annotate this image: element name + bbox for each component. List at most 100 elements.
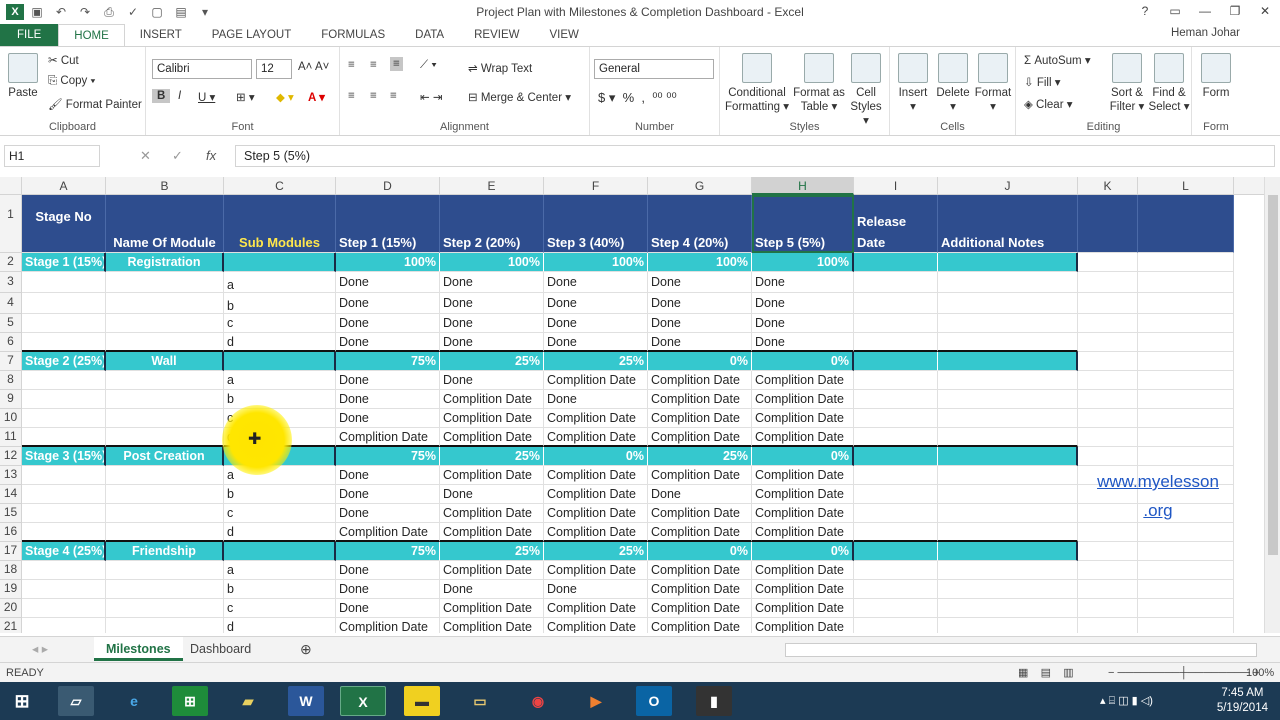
cell-i7[interactable] <box>854 352 938 371</box>
cell-i9[interactable] <box>854 390 938 409</box>
cell-g3[interactable]: Done <box>648 272 752 293</box>
row-header-17[interactable]: 17 <box>0 542 22 561</box>
cell-g14[interactable]: Done <box>648 485 752 504</box>
cell-g6[interactable]: Done <box>648 333 752 352</box>
cell-a17[interactable]: Stage 4 (25%) <box>22 542 106 561</box>
cell-f13[interactable]: Complition Date <box>544 466 648 485</box>
cell-f6[interactable]: Done <box>544 333 648 352</box>
cell-f1[interactable]: Step 3 (40%) <box>544 195 648 253</box>
cell-i1[interactable]: Release Date <box>854 195 938 253</box>
cell-a18[interactable] <box>22 561 106 580</box>
cell-k1[interactable] <box>1078 195 1138 253</box>
column-header-a[interactable]: A <box>22 177 106 195</box>
cell-l10[interactable] <box>1138 409 1234 428</box>
cell-d13[interactable]: Done <box>336 466 440 485</box>
cell-k11[interactable] <box>1078 428 1138 447</box>
cell-e1[interactable]: Step 2 (20%) <box>440 195 544 253</box>
cell-d6[interactable]: Done <box>336 333 440 352</box>
cell-h6[interactable]: Done <box>752 333 854 352</box>
number-format-select[interactable]: General <box>594 59 714 79</box>
cell-a13[interactable] <box>22 466 106 485</box>
cell-a19[interactable] <box>22 580 106 599</box>
row-header-9[interactable]: 9 <box>0 390 22 409</box>
align-center-icon[interactable]: ≡ <box>370 90 377 102</box>
cell-f3[interactable]: Done <box>544 272 648 293</box>
cell-d1[interactable]: Step 1 (15%) <box>336 195 440 253</box>
cell-h15[interactable]: Complition Date <box>752 504 854 523</box>
sheet-tab-milestones[interactable]: Milestones <box>94 637 183 661</box>
cell-e2[interactable]: 100% <box>440 253 544 272</box>
cell-g20[interactable]: Complition Date <box>648 599 752 618</box>
border-icon[interactable]: ⊞ ▾ <box>236 90 255 104</box>
cell-k18[interactable] <box>1078 561 1138 580</box>
cell-f10[interactable]: Complition Date <box>544 409 648 428</box>
cell-l16[interactable] <box>1138 523 1234 542</box>
cell-k7[interactable] <box>1078 352 1138 371</box>
cell-c7[interactable] <box>224 352 336 371</box>
column-header-g[interactable]: G <box>648 177 752 195</box>
cell-l4[interactable] <box>1138 293 1234 314</box>
cell-e21[interactable]: Complition Date <box>440 618 544 633</box>
cell-l21[interactable] <box>1138 618 1234 633</box>
row-header-12[interactable]: 12 <box>0 447 22 466</box>
cell-c18[interactable]: a <box>224 561 336 580</box>
outlook-icon[interactable]: O <box>636 686 672 716</box>
cell-k5[interactable] <box>1078 314 1138 333</box>
cell-d8[interactable]: Done <box>336 371 440 390</box>
form-button[interactable]: Form <box>1198 53 1234 100</box>
cell-j10[interactable] <box>938 409 1078 428</box>
cell-g16[interactable]: Complition Date <box>648 523 752 542</box>
cell-e20[interactable]: Complition Date <box>440 599 544 618</box>
cell-h18[interactable]: Complition Date <box>752 561 854 580</box>
windows-start-icon[interactable]: ⊞ <box>4 686 40 716</box>
cell-k12[interactable] <box>1078 447 1138 466</box>
cell-i14[interactable] <box>854 485 938 504</box>
close-icon[interactable]: ✕ <box>1250 0 1280 22</box>
cell-h5[interactable]: Done <box>752 314 854 333</box>
cell-j17[interactable] <box>938 542 1078 561</box>
cell-k9[interactable] <box>1078 390 1138 409</box>
cell-l12[interactable] <box>1138 447 1234 466</box>
row-header-8[interactable]: 8 <box>0 371 22 390</box>
cell-d7[interactable]: 75% <box>336 352 440 371</box>
cell-i18[interactable] <box>854 561 938 580</box>
cell-d4[interactable]: Done <box>336 293 440 314</box>
indent-icons[interactable]: ⇤ ⇥ <box>420 90 442 104</box>
cell-c1[interactable]: Sub Modules <box>224 195 336 253</box>
row-header-3[interactable]: 3 <box>0 272 22 293</box>
cell-k8[interactable] <box>1078 371 1138 390</box>
cell-f17[interactable]: 25% <box>544 542 648 561</box>
cell-d15[interactable]: Done <box>336 504 440 523</box>
cell-i4[interactable] <box>854 293 938 314</box>
cell-j1[interactable]: Additional Notes <box>938 195 1078 253</box>
cell-f5[interactable]: Done <box>544 314 648 333</box>
top-align-icon[interactable]: ≡ <box>348 59 355 71</box>
cell-k6[interactable] <box>1078 333 1138 352</box>
recorder-icon[interactable]: ▮ <box>696 686 732 716</box>
cell-b20[interactable] <box>106 599 224 618</box>
vertical-scroll-thumb[interactable] <box>1268 195 1278 555</box>
tab-home[interactable]: HOME <box>58 24 125 46</box>
cell-e13[interactable]: Complition Date <box>440 466 544 485</box>
cell-c19[interactable]: b <box>224 580 336 599</box>
cell-i5[interactable] <box>854 314 938 333</box>
cell-j14[interactable] <box>938 485 1078 504</box>
cell-c17[interactable] <box>224 542 336 561</box>
cell-f12[interactable]: 0% <box>544 447 648 466</box>
cell-e9[interactable]: Complition Date <box>440 390 544 409</box>
row-header-6[interactable]: 6 <box>0 333 22 352</box>
tab-view[interactable]: VIEW <box>534 24 593 46</box>
cell-b16[interactable] <box>106 523 224 542</box>
cell-f7[interactable]: 25% <box>544 352 648 371</box>
cell-j6[interactable] <box>938 333 1078 352</box>
font-color-icon[interactable]: A ▾ <box>308 90 325 104</box>
cell-a6[interactable] <box>22 333 106 352</box>
cell-f4[interactable]: Done <box>544 293 648 314</box>
cell-k2[interactable] <box>1078 253 1138 272</box>
cell-l6[interactable] <box>1138 333 1234 352</box>
column-header-h[interactable]: H <box>752 177 854 195</box>
cell-b1[interactable]: Name Of Module <box>106 195 224 253</box>
cell-a12[interactable]: Stage 3 (15%) <box>22 447 106 466</box>
cut-button[interactable]: ✂ Cut <box>48 53 79 67</box>
cell-j20[interactable] <box>938 599 1078 618</box>
